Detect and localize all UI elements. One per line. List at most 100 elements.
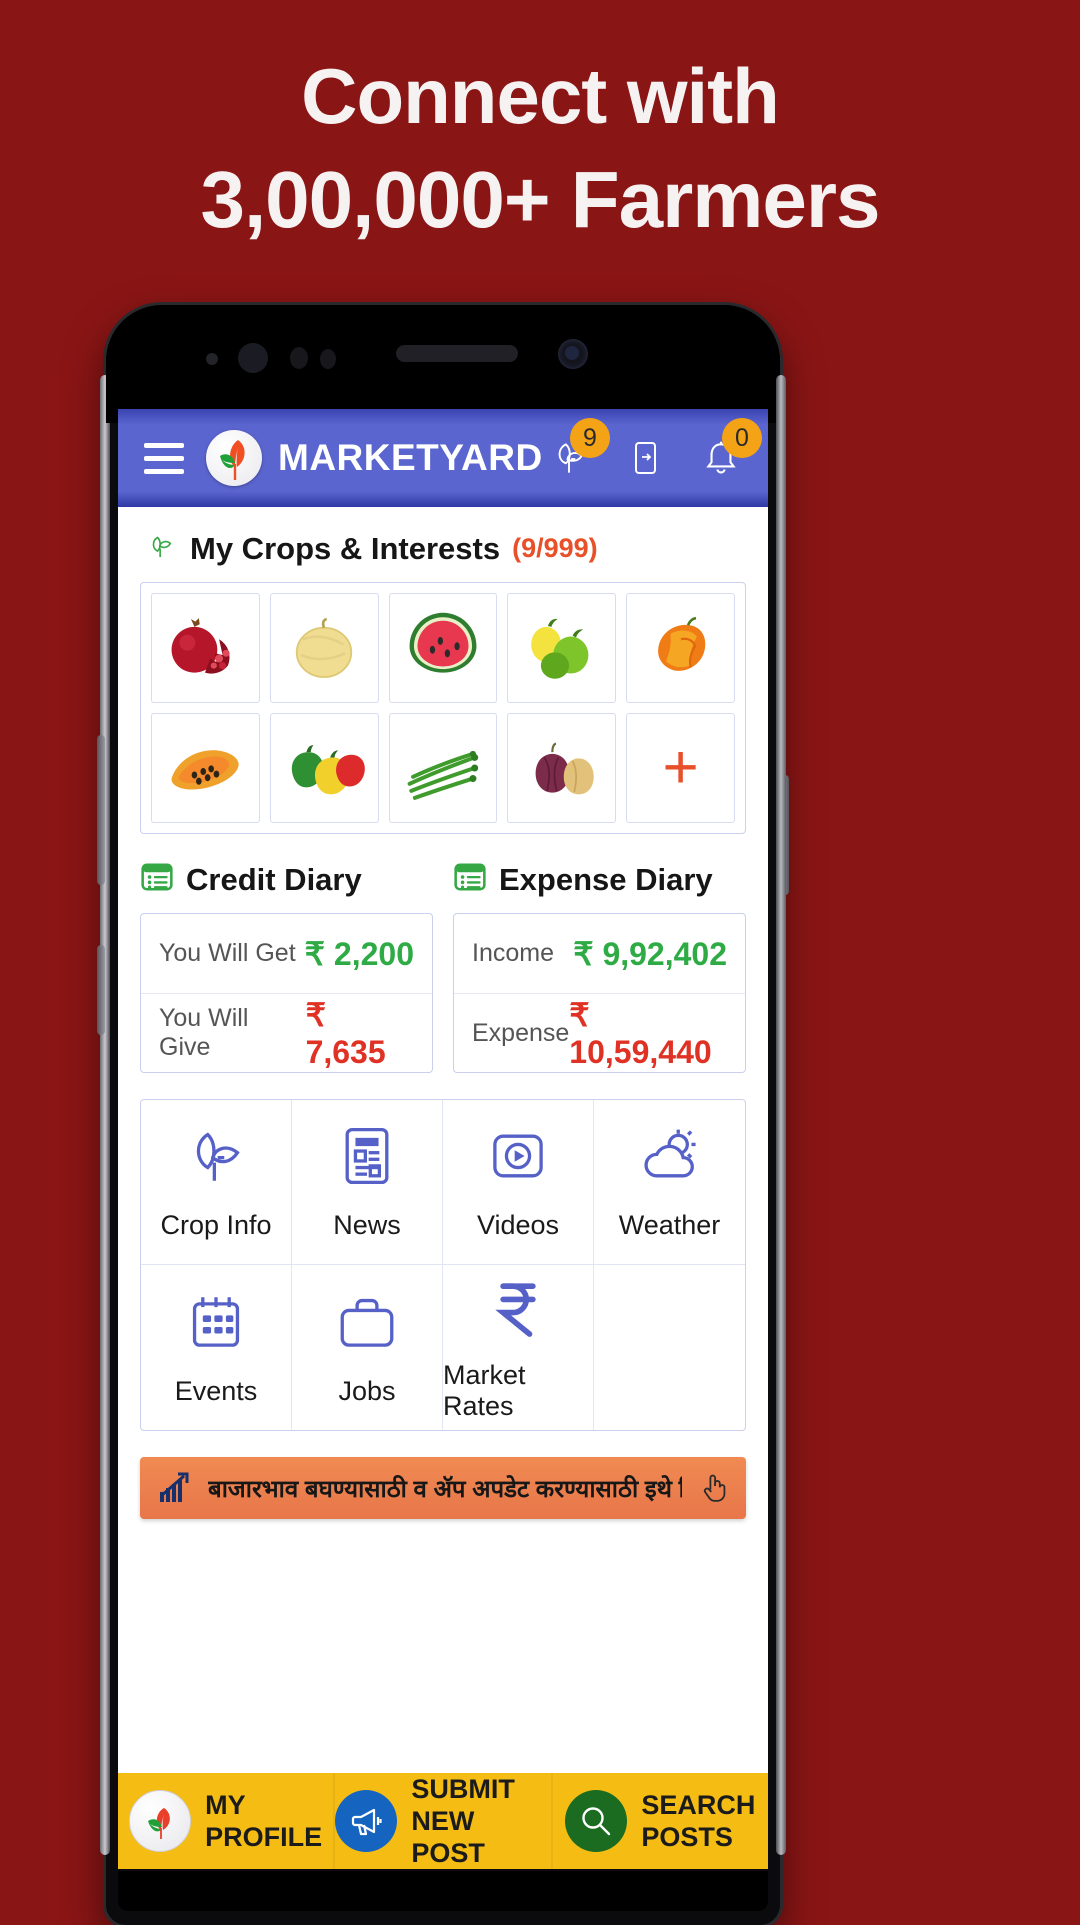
bottom-navigation: MY PROFILE SUBMIT NEW POST SEARCH POSTS: [118, 1773, 768, 1869]
nav-search-posts[interactable]: SEARCH POSTS: [553, 1773, 768, 1869]
crop-cell-muskmelon[interactable]: [269, 593, 379, 703]
nav-label-line2: NEW POST: [411, 1806, 485, 1868]
marketyard-logo: [206, 430, 262, 486]
light-sensor-icon: [320, 349, 336, 369]
crop-cell-mango[interactable]: [626, 593, 735, 703]
crops-count: (9/999): [512, 533, 598, 563]
nav-label-line1: SEARCH: [641, 1790, 756, 1820]
menu-item-label: Weather: [618, 1210, 721, 1240]
phone-bezel-bottom: [118, 1871, 768, 1911]
tap-hand-icon: [696, 1468, 732, 1509]
proximity-sensor-icon: [290, 347, 308, 369]
app-title: MARKETYARD: [278, 437, 543, 478]
credit-diary-header: Credit Diary: [140, 860, 433, 899]
list-card-icon: [140, 860, 174, 899]
expense-diary-header: Expense Diary: [453, 860, 746, 899]
expense-diary-title: Expense Diary: [499, 861, 713, 897]
volume-button[interactable]: [97, 735, 105, 885]
nav-label: SEARCH POSTS: [641, 1789, 755, 1853]
list-card-icon: [453, 860, 487, 899]
crops-count-badge: 9: [570, 418, 610, 458]
hamburger-menu-icon[interactable]: [144, 442, 184, 474]
crop-cell-papaya[interactable]: [151, 713, 260, 823]
phone-mockup: MARKETYARD 9 0 My Crops & Interests (9/9…: [97, 305, 789, 1925]
crop-cell-add-button[interactable]: +: [626, 713, 735, 823]
menu-item-weather[interactable]: Weather: [594, 1100, 745, 1265]
notifications-count-badge: 0: [722, 418, 762, 458]
page-title: My Crops & Interests: [190, 530, 501, 566]
nav-submit-new-post[interactable]: SUBMIT NEW POST: [335, 1773, 553, 1869]
phone-screen: MARKETYARD 9 0 My Crops & Interests (9/9…: [118, 409, 768, 1869]
menu-item-jobs[interactable]: Jobs: [292, 1265, 443, 1430]
profile-leaf-icon: [129, 1790, 192, 1852]
sensor-icon: [206, 353, 218, 365]
expense-diary[interactable]: Expense Diary Income ₹ 9,92,402 Expense …: [453, 860, 746, 1073]
menu-item-crop-info[interactable]: Crop Info: [141, 1100, 292, 1265]
front-camera-icon: [558, 339, 588, 369]
credit-diary[interactable]: Credit Diary You Will Get ₹ 2,200 You Wi…: [140, 860, 433, 1073]
market-rate-banner[interactable]: बाजारभाव बघण्यासाठी व ॲप अपडेट करण्यासाठ…: [140, 1457, 746, 1519]
crop-cell-watermelon[interactable]: [388, 593, 498, 703]
menu-item-label: News: [333, 1210, 401, 1240]
my-crops-card: +: [140, 582, 746, 834]
menu-item-label: Events: [174, 1375, 258, 1406]
sprout-icon: [183, 1123, 249, 1194]
expense-diary-row-expense: Expense ₹ 10,59,440: [454, 993, 745, 1072]
crop-cell-lemon[interactable]: [507, 593, 617, 703]
notifications-button[interactable]: 0: [696, 418, 762, 486]
crop-cell-asparagus[interactable]: [388, 713, 498, 823]
row-label: You Will Get: [159, 939, 296, 967]
add-crop-plus: +: [662, 733, 699, 802]
row-label: Expense: [472, 1018, 570, 1047]
newspaper-icon: [334, 1123, 400, 1194]
sun-cloud-icon: [637, 1123, 703, 1194]
magnifier-icon: [565, 1790, 628, 1852]
nav-label: SUBMIT NEW POST: [411, 1773, 550, 1869]
credit-diary-row-will-give: You Will Give ₹ 7,635: [141, 993, 432, 1072]
sprout-icon: [144, 529, 178, 568]
menu-grid: Crop Info News Videos Weather Events Job…: [140, 1099, 746, 1431]
briefcase-icon: [334, 1289, 400, 1360]
row-label: Income: [472, 939, 554, 967]
share-app-button[interactable]: [620, 430, 670, 486]
earpiece-speaker: [396, 345, 518, 362]
nav-label-line1: SUBMIT: [411, 1774, 515, 1804]
nav-label-line2: PROFILE: [205, 1822, 323, 1852]
credit-diary-title: Credit Diary: [186, 861, 362, 897]
nav-label-line2: POSTS: [641, 1822, 733, 1852]
expense-diary-row-income: Income ₹ 9,92,402: [454, 914, 745, 993]
credit-diary-box: You Will Get ₹ 2,200 You Will Give ₹ 7,6…: [140, 913, 433, 1073]
app-bar: MARKETYARD 9 0: [118, 409, 768, 507]
app-bar-actions: 9 0: [544, 418, 762, 486]
side-button-right[interactable]: [781, 775, 789, 895]
video-play-icon: [485, 1123, 551, 1194]
nav-label-line1: MY: [205, 1790, 246, 1820]
my-crops-icon-button[interactable]: 9: [544, 418, 610, 486]
crop-cell-capsicum[interactable]: [269, 713, 379, 823]
menu-item-news[interactable]: News: [292, 1100, 443, 1265]
crop-cell-onion[interactable]: [507, 713, 617, 823]
menu-item-empty: [594, 1265, 745, 1430]
nav-my-profile[interactable]: MY PROFILE: [118, 1773, 336, 1869]
menu-item-label: Market Rates: [443, 1360, 526, 1421]
banner-text: बाजारभाव बघण्यासाठी व ॲप अपडेट करण्यासाठ…: [208, 1475, 682, 1503]
nav-label: MY PROFILE: [205, 1789, 322, 1853]
credit-diary-row-will-get: You Will Get ₹ 2,200: [141, 914, 432, 993]
row-label: You Will Give: [159, 1004, 249, 1061]
menu-item-market-rates[interactable]: Market Rates: [443, 1265, 594, 1430]
growth-chart-icon: [154, 1466, 194, 1511]
row-value: ₹ 10,59,440: [569, 996, 712, 1070]
menu-item-label: Videos: [476, 1210, 560, 1240]
promo-headline: Connect with 3,00,000+ Farmers: [0, 44, 1080, 252]
expense-diary-box: Income ₹ 9,92,402 Expense ₹ 10,59,440: [453, 913, 746, 1073]
diaries-section: Credit Diary You Will Get ₹ 2,200 You Wi…: [118, 834, 768, 1073]
phone-bezel-top: [106, 305, 780, 423]
front-camera-secondary-icon: [238, 343, 268, 373]
row-value: ₹ 7,635: [305, 996, 386, 1070]
menu-item-videos[interactable]: Videos: [443, 1100, 594, 1265]
crop-cell-pomegranate[interactable]: [151, 593, 260, 703]
power-button[interactable]: [97, 945, 105, 1035]
menu-item-events[interactable]: Events: [141, 1265, 292, 1430]
row-value: ₹ 2,200: [304, 935, 414, 972]
row-value: ₹ 9,92,402: [573, 935, 727, 972]
